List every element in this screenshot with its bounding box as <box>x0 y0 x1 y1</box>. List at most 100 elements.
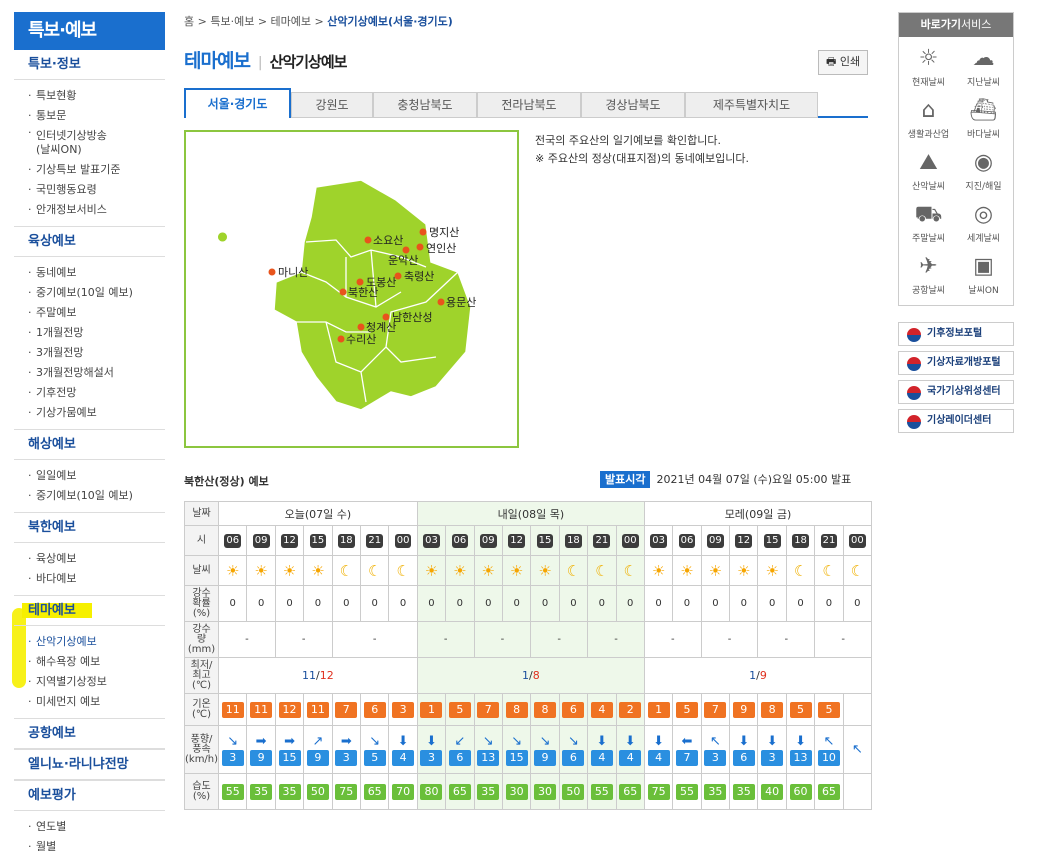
nav-section-heading[interactable]: 예보평가 <box>14 781 165 811</box>
nav-item[interactable]: 3개월전망 <box>14 343 165 363</box>
pop-cell: 0 <box>218 585 248 622</box>
mountain-pin[interactable] <box>437 298 445 306</box>
nav-item[interactable]: 월별 <box>14 837 165 851</box>
nav-section-heading[interactable]: 해상예보 <box>14 430 165 460</box>
hour-badge: 06 <box>678 533 696 548</box>
tab-jeolla[interactable]: 전라남북도 <box>477 92 581 118</box>
mountain-label[interactable]: 마니산 <box>278 266 308 279</box>
hour-cell: 03 <box>416 525 447 556</box>
quick-link[interactable]: ☁ 지난날씨 <box>956 41 1011 93</box>
nav-item[interactable]: 지역별기상정보 <box>14 672 165 692</box>
nav-item[interactable]: 동네예보 <box>14 263 165 283</box>
print-button[interactable]: 🖶 인쇄 <box>818 50 869 75</box>
tab-seoul-gyeonggi[interactable]: 서울·경기도 <box>184 88 291 118</box>
nav-item[interactable]: 산악기상예보 <box>14 632 165 652</box>
nav-section-heading[interactable]: 육상예보 <box>14 227 165 257</box>
nav-section-heading[interactable]: 특보·정보 <box>14 50 165 80</box>
wind-speed-badge: 5 <box>363 749 386 766</box>
nav-item[interactable]: 국민행동요령 <box>14 180 165 200</box>
mountain-label[interactable]: 운악산 <box>388 254 418 267</box>
wind-cell: ↗ 9 <box>303 725 333 774</box>
nav-item[interactable]: 기후전망 <box>14 383 165 403</box>
mountain-label[interactable]: 명지산 <box>429 226 459 239</box>
quick-link[interactable]: ◎ 세계날씨 <box>956 197 1011 249</box>
portal-link[interactable]: 기상자료개방포털 <box>898 351 1014 375</box>
portal-link[interactable]: 기상레이더센터 <box>898 409 1014 433</box>
wind-cell: ↖ <box>842 725 873 774</box>
mountain-label[interactable]: 용문산 <box>446 296 476 309</box>
humidity-badge: 55 <box>590 783 613 800</box>
mountain-pin[interactable] <box>382 313 390 321</box>
nav-item[interactable]: 해수욕장 예보 <box>14 652 165 672</box>
nav-item[interactable]: 바다예보 <box>14 569 165 589</box>
mountain-pin[interactable] <box>339 288 347 296</box>
sun-icon: ☀ <box>453 561 467 580</box>
wind-speed-badge: 3 <box>761 749 784 766</box>
quick-link[interactable]: ✈ 공항날씨 <box>901 249 956 301</box>
breadcrumb-item[interactable]: 테마예보 <box>271 15 311 28</box>
weather-cell: ☀ <box>672 555 702 586</box>
nav-item[interactable]: 안개정보서비스 <box>14 200 165 220</box>
nav-item[interactable]: 1개월전망 <box>14 323 165 343</box>
nav-item[interactable]: 미세먼지 예보 <box>14 692 165 712</box>
nav-item[interactable]: 육상예보 <box>14 549 165 569</box>
quick-link[interactable]: ▣ 날씨ON <box>956 249 1011 301</box>
temp-cell: 11 <box>303 693 333 726</box>
portal-link[interactable]: 기후정보포털 <box>898 322 1014 346</box>
breadcrumb-item[interactable]: 특보·예보 <box>210 15 254 28</box>
nav-item[interactable]: 3개월전망해설서 <box>14 363 165 383</box>
precip-value: - <box>727 634 732 645</box>
nav-item[interactable]: 특보현황 <box>14 86 165 106</box>
temp-badge: 11 <box>221 701 244 718</box>
mountain-label[interactable]: 축령산 <box>404 270 434 283</box>
quick-link[interactable]: ⌂ 생활과산업 <box>901 93 956 145</box>
mountain-pin[interactable] <box>364 236 372 244</box>
breadcrumb-home[interactable]: 홈 <box>184 15 194 28</box>
nav-section-heading[interactable]: 테마예보 <box>14 596 165 626</box>
mountain-pin[interactable] <box>419 228 427 236</box>
nav-item[interactable]: 주말예보 <box>14 303 165 323</box>
mountain-pin[interactable] <box>356 278 364 286</box>
portal-link[interactable]: 국가기상위성센터 <box>898 380 1014 404</box>
temp-cell: 11 <box>218 693 248 726</box>
mountain-label[interactable]: 연인산 <box>426 242 456 255</box>
mountain-label[interactable]: 소요산 <box>373 234 403 247</box>
nav-item[interactable]: 중기예보(10일 예보) <box>14 486 165 506</box>
hour-cell: 12 <box>501 525 532 556</box>
nav-section-heading[interactable]: 북한예보 <box>14 513 165 543</box>
nav-item[interactable]: 기상특보 발표기준 <box>14 160 165 180</box>
mountain-label[interactable]: 북한산 <box>348 286 378 299</box>
mountain-pin[interactable] <box>402 246 410 254</box>
mountain-label[interactable]: 수리산 <box>346 333 376 346</box>
mountain-pin[interactable] <box>337 335 345 343</box>
nav-item[interactable]: 중기예보(10일 예보) <box>14 283 165 303</box>
mountain-pin[interactable] <box>268 268 276 276</box>
nav-item[interactable]: 통보문 <box>14 106 165 126</box>
nav-section-heading[interactable]: 공항예보 <box>14 719 165 749</box>
nav-item[interactable]: 연도별 <box>14 817 165 837</box>
wind-cell: ↙ 6 <box>445 725 475 774</box>
quick-link-label: 날씨ON <box>968 286 999 296</box>
nav-sublist: 특보현황통보문인터넷기상방송 (날씨ON)기상특보 발표기준국민행동요령안개정보… <box>14 86 165 220</box>
quick-link[interactable]: ⛰ 산악날씨 <box>901 145 956 197</box>
nav-section-heading[interactable]: 엘니뇨·라니냐전망 <box>14 750 165 780</box>
nav-item[interactable]: 기상가뭄예보 <box>14 403 165 423</box>
quick-link[interactable]: ⛴ 바다날씨 <box>956 93 1011 145</box>
tab-gangwon[interactable]: 강원도 <box>291 92 373 118</box>
page-title: 테마예보 | 산악기상예보 <box>184 50 347 72</box>
nav-item[interactable]: 인터넷기상방송 (날씨ON) <box>14 126 165 160</box>
hour-cell: 15 <box>757 525 787 556</box>
mountain-label[interactable]: 남한산성 <box>392 311 432 324</box>
mountain-pin[interactable] <box>357 323 365 331</box>
mountain-pin[interactable] <box>394 272 402 280</box>
pop-cell: 0 <box>303 585 333 622</box>
tab-chungcheong[interactable]: 충청남북도 <box>373 92 477 118</box>
mountain-pin[interactable] <box>416 243 424 251</box>
tab-gyeongsang[interactable]: 경상남북도 <box>581 92 685 118</box>
tab-jeju[interactable]: 제주특별자치도 <box>685 92 818 118</box>
nav-item[interactable]: 일일예보 <box>14 466 165 486</box>
wind-direction-icon: ↘ <box>369 733 381 749</box>
quick-link[interactable]: ☼ 현재날씨 <box>901 41 956 93</box>
quick-link[interactable]: ⛟ 주말날씨 <box>901 197 956 249</box>
quick-link[interactable]: ◉ 지진/해일 <box>956 145 1011 197</box>
